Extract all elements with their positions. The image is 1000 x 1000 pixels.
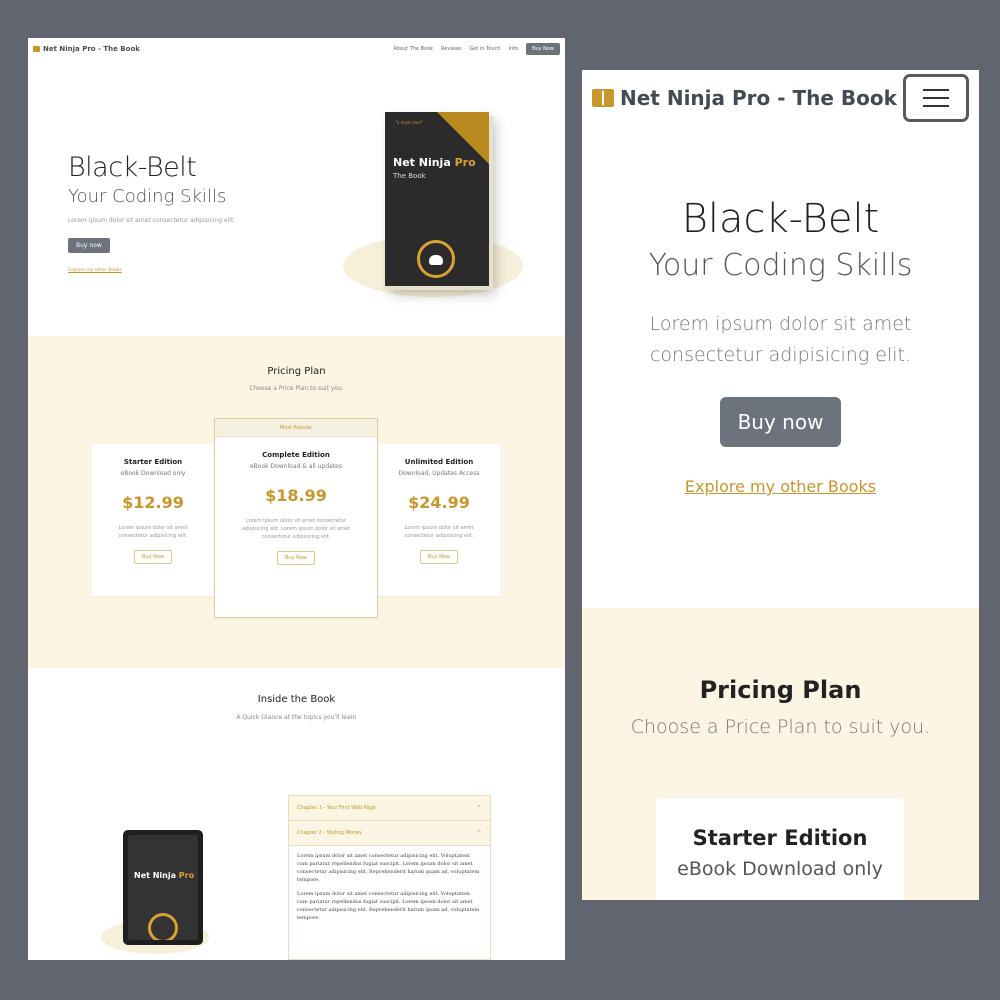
- pricing-card-unlimited: Unlimited Edition Download, Updates Acce…: [377, 444, 501, 596]
- hero-lead: Lorem ipsum dolor sit amet consectetur a…: [649, 313, 912, 366]
- book-title-main: Net Ninja: [393, 156, 455, 169]
- chapter-paragraph: Lorem ipsum dolor sit amet consectetur a…: [297, 891, 480, 921]
- plan-buy-button[interactable]: Buy Now: [133, 550, 173, 564]
- pricing-subtitle: Choose a Price Plan to suit you.: [630, 716, 931, 738]
- book-title-accent: Pro: [454, 156, 476, 169]
- book-icon: [592, 89, 614, 107]
- hero-subtitle: Your Coding Skills: [68, 186, 227, 207]
- hero-explore-link[interactable]: Explore my other Books: [68, 268, 122, 273]
- hero-explore-link[interactable]: Explore my other Books: [582, 477, 979, 496]
- book-subtitle: The Book: [393, 172, 426, 180]
- ninja-face: [429, 255, 443, 265]
- desktop-hero: Black-Belt Your Coding Skills Lorem ipsu…: [28, 60, 565, 336]
- pricing-card-starter: Starter Edition eBook Download only $12.…: [91, 444, 215, 596]
- mobile-screenshot: Net Ninja Pro - The Book Black-Belt Your…: [582, 70, 979, 900]
- tablet-book-title: Net Ninja Pro: [134, 871, 194, 880]
- ninja-emblem-icon: [148, 913, 178, 940]
- pricing-card-complete: Most Popular Complete Edition eBook Down…: [214, 418, 378, 618]
- plan-description: Lorem ipsum dolor sit amet consectetur a…: [241, 518, 351, 540]
- plan-price: $18.99: [265, 486, 327, 505]
- plan-title: Complete Edition: [262, 451, 330, 459]
- chevron-up-icon: ⌃: [476, 829, 482, 837]
- inside-subtitle: A Quick Glance at the topics you'll lear…: [236, 714, 357, 721]
- plan-description: Lorem ipsum dolor sit amet consectetur a…: [404, 525, 474, 539]
- pricing-title: Pricing Plan: [267, 366, 326, 377]
- hamburger-bar: [923, 89, 949, 91]
- hamburger-menu-icon[interactable]: [903, 74, 969, 122]
- tablet-title-main: Net Ninja: [134, 871, 179, 880]
- mobile-brand[interactable]: Net Ninja Pro - The Book: [592, 86, 897, 110]
- book-quote: "a must read": [395, 120, 423, 125]
- plan-buy-button[interactable]: Buy Now: [419, 550, 459, 564]
- mobile-hero: Black-Belt Your Coding Skills Lorem ipsu…: [582, 196, 979, 496]
- brand-label: Net Ninja Pro - The Book: [43, 45, 140, 53]
- plan-price: $12.99: [122, 493, 184, 512]
- pricing-card-starter: Starter Edition eBook Download only: [656, 798, 904, 900]
- nav-link-about[interactable]: About The Book: [393, 46, 433, 52]
- desktop-pricing-section: Pricing Plan Choose a Price Plan to suit…: [28, 336, 565, 668]
- chapter-paragraph: Lorem ipsum dolor sit amet consectetur a…: [297, 853, 480, 883]
- plan-description: Lorem ipsum dolor sit amet consectetur a…: [118, 525, 188, 539]
- hero-buy-button[interactable]: Buy now: [68, 238, 110, 253]
- hamburger-bar: [923, 105, 949, 107]
- chevron-up-icon: ⌃: [476, 804, 482, 812]
- tablet-title-accent: Pro: [178, 871, 195, 880]
- chapters-accordion: Chapter 1 - Your First Web Page ⌃ Chapte…: [288, 795, 491, 960]
- mobile-pricing-section: Pricing Plan Choose a Price Plan to suit…: [582, 608, 979, 900]
- desktop-navbar: Net Ninja Pro - The Book About The Book …: [28, 38, 565, 60]
- mobile-navbar: Net Ninja Pro - The Book: [582, 70, 979, 126]
- plan-subtitle: eBook Download & all updates: [249, 463, 343, 470]
- nav-link-reviews[interactable]: Reviews: [441, 46, 461, 52]
- book-cover-image: "a must read" Net Ninja Pro The Book: [385, 112, 489, 286]
- desktop-screenshot: Net Ninja Pro - The Book About The Book …: [28, 38, 565, 960]
- nav-link-contact[interactable]: Get in Touch: [469, 46, 500, 52]
- nav-link-info[interactable]: Info: [508, 46, 517, 52]
- hamburger-bar: [923, 97, 949, 99]
- chapter-label: Chapter 1 - Your First Web Page: [297, 805, 376, 811]
- pricing-subtitle: Choose a Price Plan to suit you.: [249, 385, 344, 392]
- plan-subtitle: Download, Updates Access: [398, 470, 480, 477]
- book-title: Net Ninja Pro: [393, 156, 476, 169]
- tablet-screen: Net Ninja Pro: [128, 835, 198, 940]
- most-popular-ribbon: Most Popular: [215, 419, 377, 437]
- hero-lead: Lorem ipsum dolor sit amet consectetur a…: [68, 217, 236, 224]
- hero-buy-button[interactable]: Buy now: [719, 397, 842, 447]
- brand-label: Net Ninja Pro - The Book: [620, 86, 897, 110]
- hero-title: Black-Belt: [681, 196, 880, 242]
- book-icon: [33, 46, 40, 52]
- pricing-title: Pricing Plan: [699, 676, 862, 704]
- hero-subtitle: Your Coding Skills: [648, 248, 913, 283]
- plan-price: $24.99: [408, 493, 470, 512]
- hero-title: Black-Belt: [68, 152, 197, 183]
- chapter-label: Chapter 2 - Styling Money: [297, 830, 363, 836]
- tablet-image: Net Ninja Pro: [123, 830, 203, 945]
- desktop-nav-links: About The Book Reviews Get in Touch Info…: [393, 43, 560, 55]
- nav-buy-button[interactable]: Buy Now: [525, 43, 560, 55]
- desktop-inside-book-section: Inside the Book A Quick Glance at the to…: [28, 668, 565, 960]
- ninja-emblem-icon: [417, 240, 455, 278]
- accordion-item-chapter-2[interactable]: Chapter 2 - Styling Money ⌃: [289, 821, 490, 846]
- desktop-brand[interactable]: Net Ninja Pro - The Book: [33, 45, 140, 53]
- accordion-item-chapter-1[interactable]: Chapter 1 - Your First Web Page ⌃: [289, 796, 490, 821]
- plan-subtitle: eBook Download only: [120, 470, 186, 477]
- plan-title: Starter Edition: [123, 458, 183, 466]
- plan-buy-button[interactable]: Buy Now: [276, 551, 316, 565]
- plan-subtitle: eBook Download only: [677, 858, 883, 880]
- plan-title: Unlimited Edition: [404, 458, 474, 466]
- accordion-body: Lorem ipsum dolor sit amet consectetur a…: [289, 846, 490, 934]
- inside-title: Inside the Book: [257, 694, 336, 705]
- plan-title: Starter Edition: [692, 826, 868, 850]
